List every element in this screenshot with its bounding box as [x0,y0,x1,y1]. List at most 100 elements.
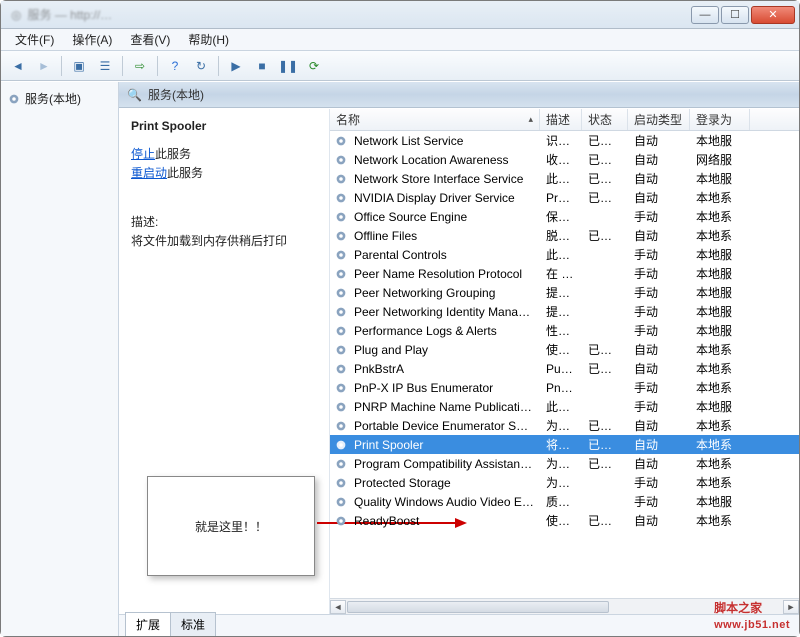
service-row[interactable]: ReadyBoost使用...已启动自动本地系 [330,511,799,530]
export-button[interactable]: ⇨ [129,55,151,77]
cell-name: Network Store Interface Service [348,172,540,186]
service-row[interactable]: Network Store Interface Service此服...已启动自… [330,169,799,188]
cell-status: 已启动 [582,170,628,187]
cell-startup: 自动 [628,341,690,358]
cell-name: PnkBstrA [348,362,540,376]
cell-logon: 本地系 [690,455,750,472]
cell-name: Parental Controls [348,248,540,262]
minimize-button[interactable]: — [691,6,719,24]
show-hide-tree-button[interactable]: ▣ [68,55,90,77]
forward-button[interactable]: ► [33,55,55,77]
service-row[interactable]: NVIDIA Display Driver ServiceProv...已启动自… [330,188,799,207]
tab-standard[interactable]: 标准 [170,612,216,636]
cell-startup: 手动 [628,493,690,510]
service-row[interactable]: PNRP Machine Name Publication ...此服...手动… [330,397,799,416]
service-row[interactable]: Office Source Engine保存...手动本地系 [330,207,799,226]
service-row[interactable]: Network List Service识别...已启动自动本地服 [330,131,799,150]
service-row[interactable]: Peer Networking Grouping提供...手动本地服 [330,283,799,302]
scroll-right-button[interactable]: ► [783,600,799,614]
pane-header: 🔍 服务(本地) [119,82,799,108]
cell-startup: 自动 [628,151,690,168]
service-row[interactable]: Portable Device Enumerator Service为可...已… [330,416,799,435]
cell-startup: 自动 [628,227,690,244]
service-row[interactable]: PnP-X IP Bus EnumeratorPnP-...手动本地系 [330,378,799,397]
gear-icon [334,267,348,281]
cell-desc: 在 In... [540,265,582,282]
service-row[interactable]: Peer Networking Identity Manager提供...手动本… [330,302,799,321]
cell-startup: 手动 [628,474,690,491]
cell-desc: 将文... [540,436,582,453]
service-row[interactable]: Protected Storage为敏...手动本地系 [330,473,799,492]
help-button[interactable]: ? [164,55,186,77]
cell-startup: 自动 [628,512,690,529]
service-row[interactable]: Program Compatibility Assistant S...为程..… [330,454,799,473]
close-button[interactable]: ✕ [751,6,795,24]
tab-extended[interactable]: 扩展 [125,612,171,636]
cell-status: 已启动 [582,455,628,472]
start-service-button[interactable]: ▶ [225,55,247,77]
refresh-button[interactable]: ↻ [190,55,212,77]
scroll-track[interactable] [346,600,783,614]
service-row[interactable]: Offline Files脱机...已启动自动本地系 [330,226,799,245]
cell-logon: 本地系 [690,341,750,358]
cell-name: PNRP Machine Name Publication ... [348,400,540,414]
cell-desc: 提供... [540,303,582,320]
cell-startup: 手动 [628,284,690,301]
cell-startup: 手动 [628,303,690,320]
col-header-desc[interactable]: 描述 [540,109,582,130]
back-button[interactable]: ◄ [7,55,29,77]
cell-name: NVIDIA Display Driver Service [348,191,540,205]
cell-logon: 本地系 [690,208,750,225]
col-header-status[interactable]: 状态 [582,109,628,130]
maximize-button[interactable]: ☐ [721,6,749,24]
service-row[interactable]: Performance Logs & Alerts性能...手动本地服 [330,321,799,340]
tree-root-services[interactable]: 服务(本地) [5,88,114,109]
properties-button[interactable]: ☰ [94,55,116,77]
gear-icon [334,286,348,300]
col-header-logon[interactable]: 登录为 [690,109,750,130]
restart-service-link[interactable]: 重启动 [131,166,167,180]
scroll-left-button[interactable]: ◄ [330,600,346,614]
menu-view[interactable]: 查看(V) [122,29,178,50]
view-tabs: 扩展 标准 [119,614,799,636]
scroll-thumb[interactable] [347,601,609,613]
menu-file[interactable]: 文件(F) [7,29,62,50]
service-row[interactable]: Print Spooler将文...已启动自动本地系 [330,435,799,454]
gear-icon [334,172,348,186]
cell-desc: 此服... [540,246,582,263]
cell-name: Office Source Engine [348,210,540,224]
menu-action[interactable]: 操作(A) [64,29,120,50]
gear-icon [334,305,348,319]
cell-name: Portable Device Enumerator Service [348,419,540,433]
service-row[interactable]: PnkBstrAPunk...已启动自动本地系 [330,359,799,378]
titlebar[interactable]: ◎服务 — http://… — ☐ ✕ [1,1,799,29]
toolbar: ◄ ► ▣ ☰ ⇨ ? ↻ ▶ ■ ❚❚ ⟳ [1,51,799,81]
search-icon: 🔍 [127,88,142,102]
h-scrollbar[interactable]: ◄ ► [330,598,799,614]
list-body[interactable]: Network List Service识别...已启动自动本地服Network… [330,131,799,598]
menubar: 文件(F) 操作(A) 查看(V) 帮助(H) [1,29,799,51]
cell-name: Program Compatibility Assistant S... [348,457,540,471]
service-row[interactable]: Network Location Awareness收集...已启动自动网络服 [330,150,799,169]
cell-status: 已启动 [582,227,628,244]
cell-logon: 本地系 [690,379,750,396]
cell-startup: 手动 [628,265,690,282]
menu-help[interactable]: 帮助(H) [180,29,237,50]
col-header-startup[interactable]: 启动类型 [628,109,690,130]
cell-desc: 使用... [540,512,582,529]
stop-service-button[interactable]: ■ [251,55,273,77]
service-row[interactable]: Quality Windows Audio Video Exp...质量...手… [330,492,799,511]
cell-desc: 性能... [540,322,582,339]
col-header-name[interactable]: 名称▴ [330,109,540,130]
service-row[interactable]: Plug and Play使计...已启动自动本地系 [330,340,799,359]
annotation-callout: 就是这里！！ [147,476,315,576]
console-tree[interactable]: 服务(本地) [1,82,119,636]
cell-desc: 脱机... [540,227,582,244]
cell-logon: 本地服 [690,170,750,187]
pause-service-button[interactable]: ❚❚ [277,55,299,77]
service-row[interactable]: Peer Name Resolution Protocol在 In...手动本地… [330,264,799,283]
service-row[interactable]: Parental Controls此服...手动本地服 [330,245,799,264]
cell-desc: 使计... [540,341,582,358]
restart-service-button[interactable]: ⟳ [303,55,325,77]
stop-service-link[interactable]: 停止 [131,147,155,161]
